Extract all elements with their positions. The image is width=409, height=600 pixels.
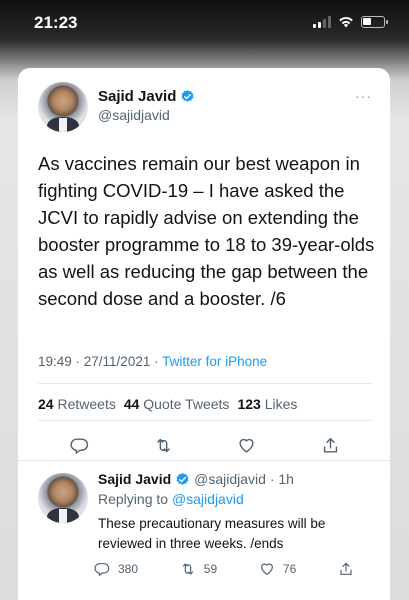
replying-to-link[interactable]: @sajidjavid (172, 491, 244, 507)
verified-badge-icon (181, 89, 194, 102)
tweet-stats: 24 Retweets 44 Quote Tweets 123 Likes (38, 396, 297, 412)
reply-actions: 380 59 76 (94, 561, 354, 577)
quote-tweets-stat[interactable]: 44 Quote Tweets (124, 396, 230, 412)
status-icons (313, 16, 388, 28)
retweets-count: 59 (203, 562, 218, 576)
verified-badge-icon (176, 472, 189, 485)
signal-icon (313, 16, 331, 28)
author-handle[interactable]: @sajidjavid (98, 107, 170, 123)
avatar[interactable] (38, 473, 88, 523)
status-time: 21:23 (34, 13, 78, 32)
tweet-timestamp: 19:49 · 27/11/2021 · (38, 354, 163, 369)
retweet-icon[interactable] (154, 436, 173, 455)
divider (38, 383, 372, 384)
likes-count: 76 (282, 562, 297, 576)
author-row: Sajid Javid (98, 88, 195, 105)
reply-icon[interactable] (70, 436, 89, 455)
reply-icon (94, 563, 110, 576)
reply-retweets-button[interactable]: 59 (180, 561, 217, 577)
divider (38, 420, 372, 421)
more-options-icon[interactable]: ··· (355, 88, 372, 104)
likes-stat[interactable]: 123 Likes (237, 396, 297, 412)
tweet-meta: 19:49 · 27/11/2021 · Twitter for iPhone (38, 354, 267, 369)
reply-likes-button[interactable]: 76 (259, 561, 296, 577)
reply-replies-button[interactable]: 380 (94, 561, 138, 577)
status-bar: 21:23 (0, 0, 409, 46)
replies-count: 380 (118, 562, 139, 576)
like-icon[interactable] (237, 436, 256, 455)
share-icon (340, 562, 352, 575)
reply-share-button[interactable] (338, 561, 354, 577)
reply-tweet[interactable]: Sajid Javid @sajidjavid · 1h Replying to… (18, 461, 390, 600)
wifi-icon (339, 17, 353, 28)
avatar[interactable] (38, 82, 88, 132)
author-name[interactable]: Sajid Javid (98, 88, 176, 105)
retweet-icon (182, 563, 194, 575)
retweets-stat[interactable]: 24 Retweets (38, 396, 116, 412)
share-icon[interactable] (321, 436, 340, 455)
reply-text: These precautionary measures will be rev… (98, 516, 326, 551)
like-icon (260, 563, 273, 575)
tweet-detail-card: Sajid Javid @sajidjavid ··· As vaccines … (18, 68, 390, 600)
replying-to: Replying to @sajidjavid (98, 491, 244, 507)
reply-author-name[interactable]: Sajid Javid (98, 471, 171, 487)
tweet-source-link[interactable]: Twitter for iPhone (162, 354, 267, 369)
battery-icon (361, 16, 388, 28)
reply-handle-time: @sajidjavid · 1h (194, 471, 294, 487)
reply-author-row: Sajid Javid @sajidjavid · 1h (98, 471, 294, 487)
tweet-actions (38, 430, 372, 460)
tweet-text: As vaccines remain our best weapon in fi… (38, 153, 375, 309)
